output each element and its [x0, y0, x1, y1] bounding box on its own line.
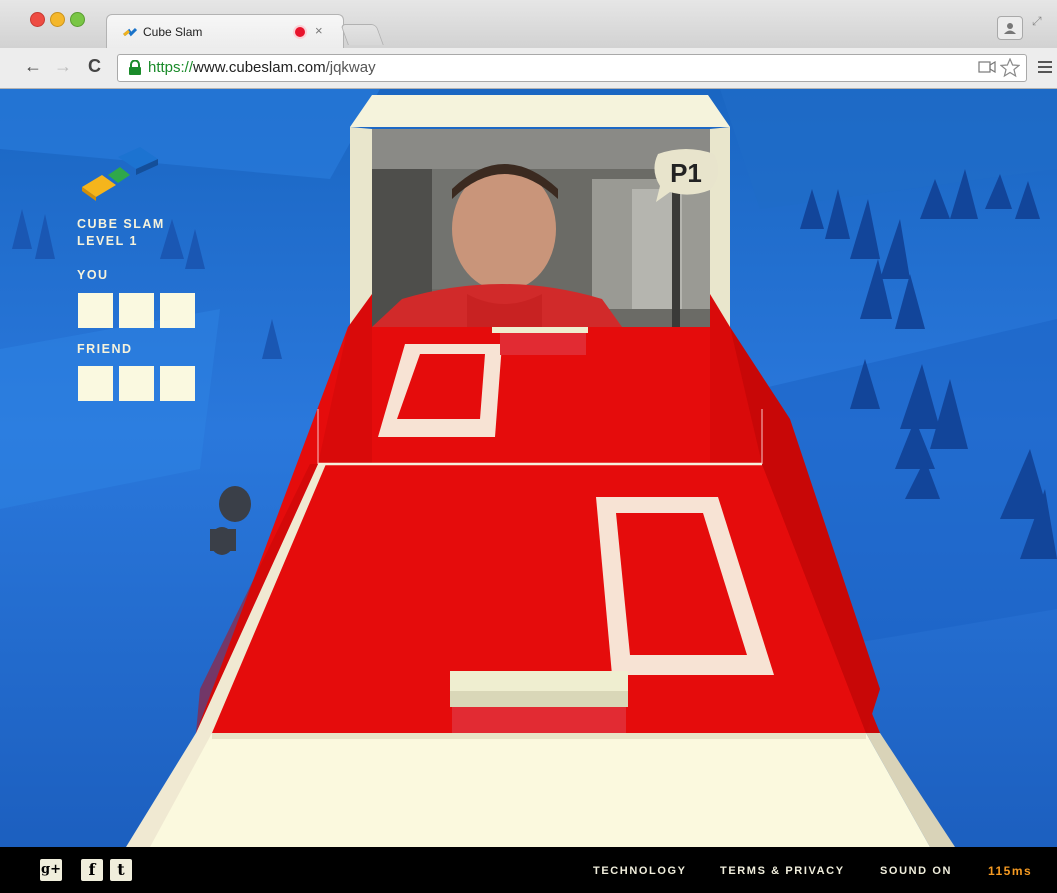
- you-score-box: [160, 293, 195, 328]
- tab-close-icon[interactable]: ×: [315, 23, 323, 38]
- cube-slam-logo: [82, 147, 158, 201]
- footer-bar: g+ f t TECHNOLOGY TERMS & PRIVACY SOUND …: [0, 847, 1057, 893]
- you-score-box: [119, 293, 154, 328]
- google-plus-icon[interactable]: g+: [40, 859, 62, 881]
- url-scheme: https://: [148, 59, 194, 76]
- tab-cube-slam[interactable]: Cube Slam ×: [106, 14, 344, 49]
- technology-link[interactable]: TECHNOLOGY: [593, 865, 687, 877]
- statue-decoration: [210, 486, 251, 555]
- friend-score-box: [119, 366, 154, 401]
- friend-score-box: [78, 366, 113, 401]
- menu-icon[interactable]: [1038, 60, 1052, 74]
- level-label: LEVEL 1: [77, 234, 138, 248]
- profile-icon: [1004, 23, 1016, 34]
- back-arrow-icon[interactable]: ←: [24, 56, 42, 77]
- forward-arrow-icon[interactable]: →: [54, 56, 72, 77]
- url-path: /jqkway: [325, 59, 376, 76]
- tab-title: Cube Slam: [143, 25, 203, 39]
- url-text: https://www.cubeslam.com/jqkway: [148, 59, 376, 76]
- profile-button[interactable]: [997, 16, 1023, 40]
- you-label: YOU: [77, 268, 109, 282]
- new-tab-button[interactable]: [340, 24, 384, 45]
- browser-window: Cube Slam × ⤢ ← → C https://www.cubeslam…: [0, 0, 1057, 893]
- title-bar: Cube Slam × ⤢: [0, 0, 1057, 49]
- minimize-window-button[interactable]: [50, 12, 65, 27]
- friend-score: [78, 366, 201, 406]
- p1-badge-icon: P1: [654, 149, 719, 202]
- friend-label: FRIEND: [77, 342, 133, 356]
- lock-icon: [129, 60, 141, 75]
- you-score-box: [78, 293, 113, 328]
- game-title: CUBE SLAM: [77, 217, 165, 231]
- friend-score-box: [160, 366, 195, 401]
- facebook-icon[interactable]: f: [81, 859, 103, 881]
- zoom-window-button[interactable]: [70, 12, 85, 27]
- game-viewport[interactable]: CUBE SLAM LEVEL 1 YOU FRIEND P1: [0, 89, 1057, 847]
- you-score: [78, 293, 201, 333]
- camera-icon[interactable]: [978, 61, 996, 73]
- fullscreen-icon[interactable]: ⤢: [1032, 14, 1042, 29]
- terms-privacy-link[interactable]: TERMS & PRIVACY: [720, 865, 845, 877]
- sound-toggle-link[interactable]: SOUND ON: [880, 865, 952, 877]
- star-icon[interactable]: [1000, 58, 1020, 78]
- twitter-icon[interactable]: t: [110, 859, 132, 881]
- url-host: www.cubeslam.com: [193, 59, 326, 76]
- recording-indicator-icon: [295, 27, 305, 37]
- browser-toolbar: ← → C https://www.cubeslam.com/jqkway: [0, 48, 1057, 89]
- latency-readout: 115ms: [988, 864, 1033, 878]
- close-window-button[interactable]: [30, 12, 45, 27]
- p1-badge-text: P1: [670, 158, 702, 188]
- address-bar[interactable]: https://www.cubeslam.com/jqkway: [117, 54, 1027, 82]
- cubeslam-favicon-icon: [123, 27, 137, 37]
- reload-icon[interactable]: C: [88, 56, 101, 77]
